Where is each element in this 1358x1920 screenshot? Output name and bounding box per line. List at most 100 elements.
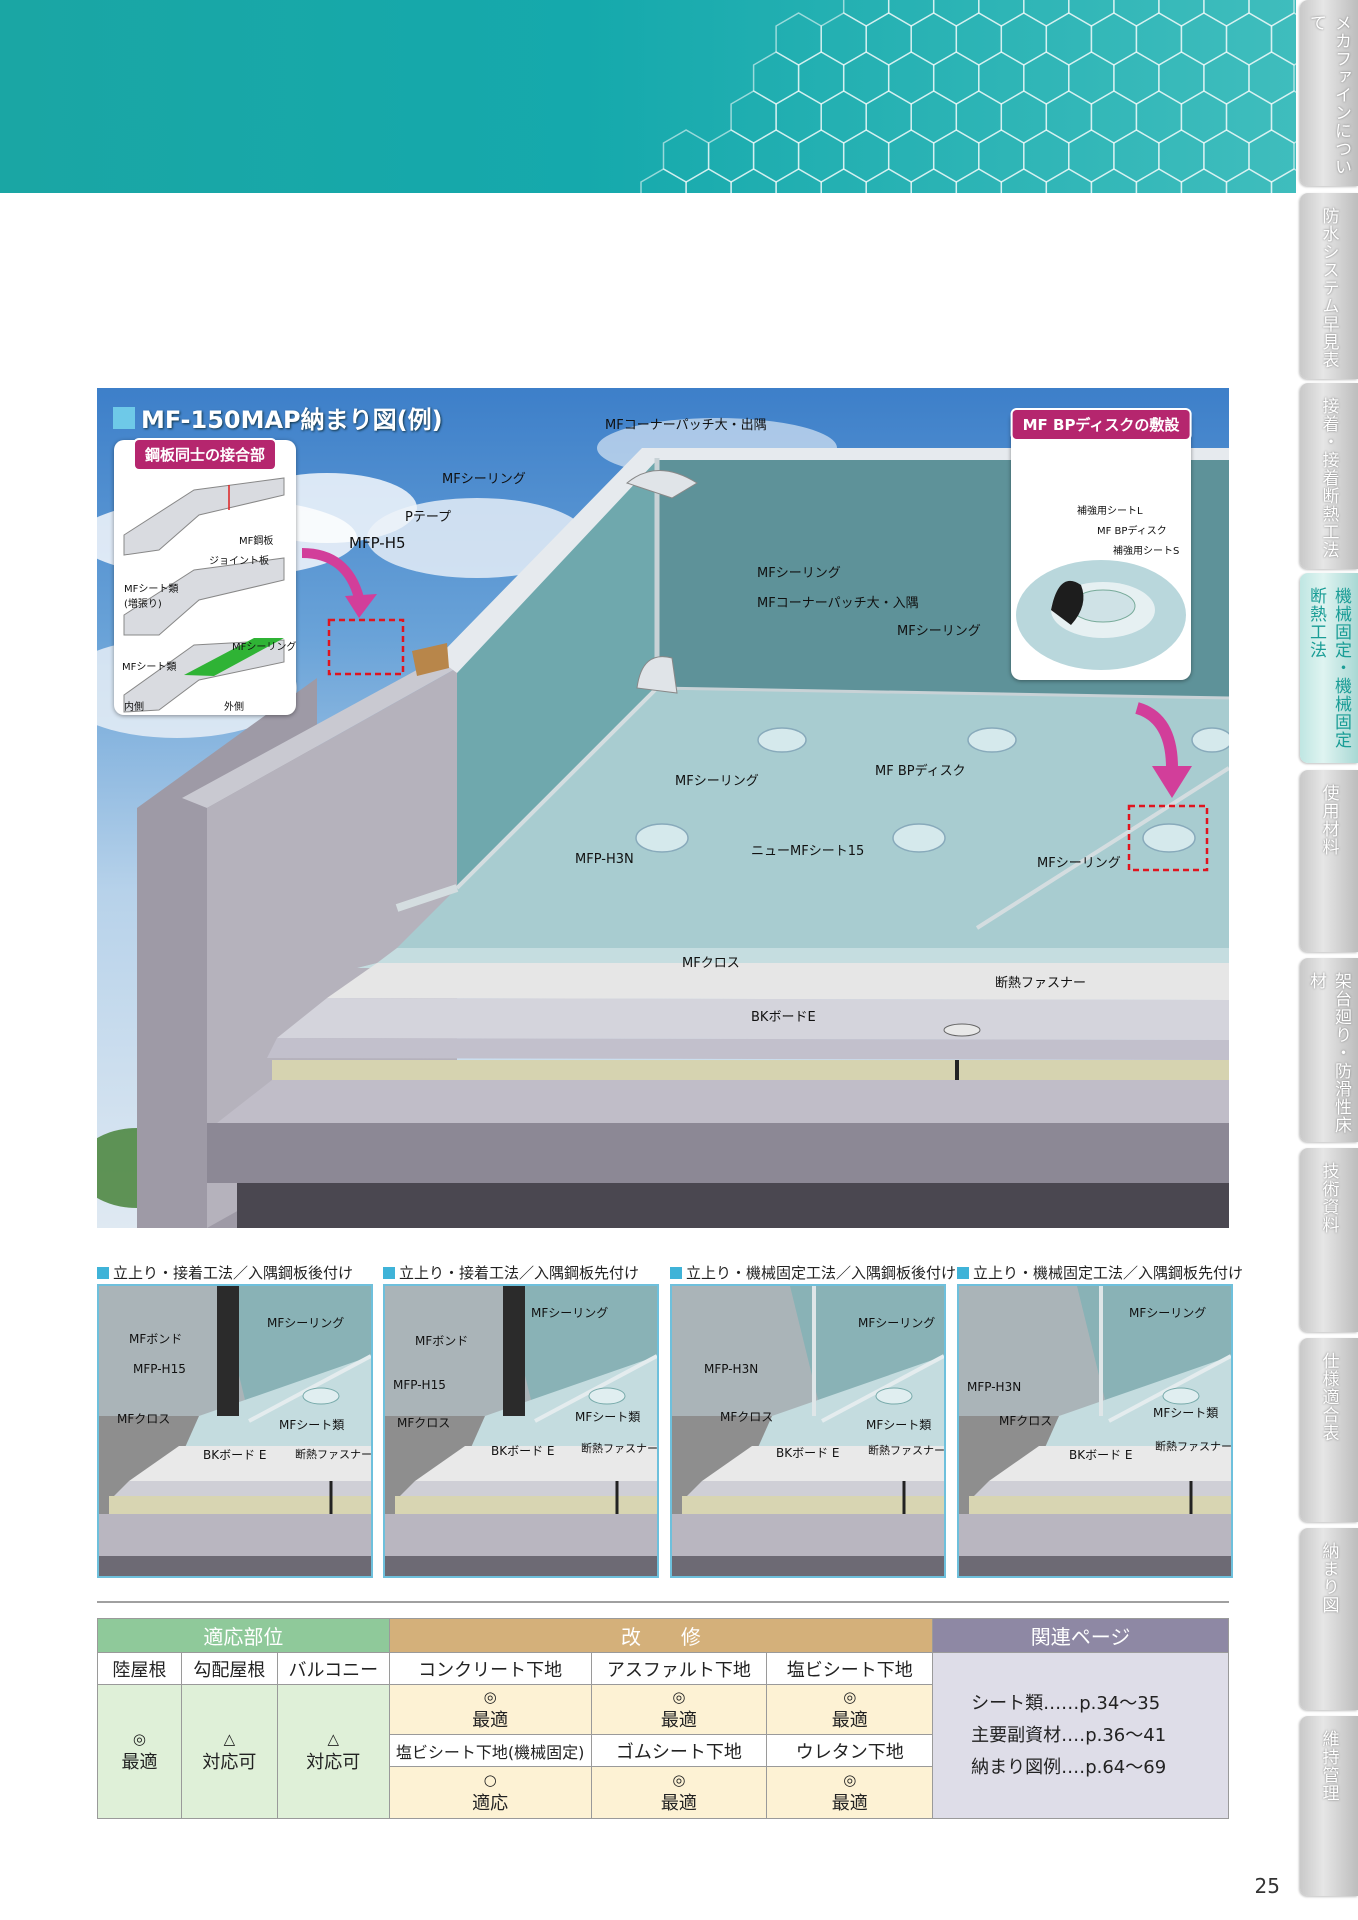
rating-text: 最適 [660, 1709, 697, 1731]
suitability-table: 適応部位 改 修 関連ページ 陸屋根 勾配屋根 バルコニー コンクリート下地 ア… [97, 1618, 1229, 1819]
hex-cell [1045, 168, 1093, 193]
inset-steel: MF鋼板 [239, 536, 274, 547]
side-tab-7[interactable]: 技術資料 [1300, 1148, 1358, 1332]
rating-text: 対応可 [202, 1751, 257, 1773]
label-sealing-front: MFシーリング [1037, 856, 1121, 871]
hex-cell [662, 129, 710, 183]
renovation-value-1: ◎ 最適 [388, 1684, 592, 1735]
sub-title-2: 立上り・接着工法／入隅鋼板先付け [383, 1262, 639, 1283]
hex-cell [1225, 90, 1273, 144]
wall-layer [812, 1286, 816, 1416]
applicable-name-2: 勾配屋根 [180, 1652, 278, 1685]
hex-cell [1000, 12, 1048, 66]
header-applicable: 適応部位 [97, 1618, 390, 1653]
side-tab-10[interactable]: 維持管理 [1300, 1716, 1358, 1896]
hex-cell [1023, 129, 1070, 183]
hex-cell [910, 168, 958, 193]
label-corner-patch-in: MFコーナーパッチ大・入隅 [757, 596, 919, 611]
hex-cell [1068, 129, 1115, 183]
rating-text: 最適 [660, 1792, 697, 1814]
main-figure-title: MF-150MAP納まり図(例) [113, 400, 443, 435]
hex-cell [910, 90, 958, 144]
renovation-name-4: 塩ビシート下地(機械固定) [388, 1734, 592, 1767]
hex-cell [1090, 90, 1138, 144]
sub-title-1: 立上り・接着工法／入隅鋼板後付け [97, 1262, 353, 1283]
side-tab-5[interactable]: 使用材料 [1300, 770, 1358, 952]
applicable-value-1: ◎ 最適 [97, 1684, 182, 1819]
header-band [0, 0, 1296, 193]
renovation-name-6: ウレタン下地 [766, 1734, 934, 1767]
related-page-3: 納まり図例‥‥p.64〜69 [971, 1756, 1167, 1778]
rating-text: 最適 [121, 1751, 158, 1773]
sub-title-square-icon [383, 1266, 395, 1279]
title-square-icon [113, 406, 135, 429]
side-tab-2[interactable]: 防水システム早見表 [1300, 193, 1358, 379]
related-pages-cell: シート類‥‥‥p.34〜35 主要副資材‥‥p.36〜41 納まり図例‥‥p.6… [932, 1652, 1229, 1819]
label-sealing-left: MFシーリング [675, 774, 759, 789]
hex-cell [1203, 129, 1250, 183]
hex-cell [865, 168, 912, 193]
side-tab-3[interactable]: 接着・接着断熱工法 [1300, 383, 1358, 569]
main-figure-title-text: MF-150MAP納まり図(例) [141, 406, 443, 434]
hex-cell [978, 129, 1025, 183]
renovation-value-6: ◎ 最適 [766, 1766, 934, 1819]
label-cloth: MFクロス [682, 956, 740, 971]
side-tab-label: 仕様適合表 [1318, 1352, 1339, 1442]
sub3-label-board: BKボード E [776, 1446, 840, 1460]
hex-cell [1113, 129, 1160, 183]
side-tab-1[interactable]: メカファインについて [1300, 0, 1358, 186]
hex-cell [1225, 12, 1273, 66]
disk-inset: MF BPディスクの敷設 補強用シートL MF BPディスク 補強用シートS [1010, 408, 1192, 680]
sub1-label-cloth: MFクロス [117, 1412, 171, 1426]
sub-title-4: 立上り・機械固定工法／入隅鋼板先付け [957, 1262, 1243, 1283]
sub2-label-fastener: 断熱ファスナー [581, 1442, 658, 1455]
sub-title-square-icon [97, 1266, 109, 1279]
side-tab-label: 技術資料 [1318, 1162, 1339, 1234]
rating-symbol: ◎ [483, 1687, 497, 1706]
hex-cell [820, 12, 867, 66]
page-number: 25 [1254, 1874, 1280, 1898]
sub4-label-fastener: 断熱ファスナー [1155, 1440, 1232, 1453]
side-tab-8[interactable]: 仕様適合表 [1300, 1338, 1358, 1522]
hex-cell [640, 168, 687, 193]
rating-symbol: ◎ [672, 1770, 686, 1789]
hex-cell [1180, 168, 1228, 193]
sub-figure-3: MFP-H3N MFシーリング MFクロス MFシート類 BKボード E 断熱フ… [670, 1284, 946, 1578]
sub2-label-cloth: MFクロス [397, 1416, 451, 1430]
sub-figure-2-drawing [385, 1286, 657, 1576]
sub2-label-sheet: MFシート類 [575, 1410, 641, 1424]
side-tab-9[interactable]: 納まり図 [1300, 1528, 1358, 1710]
hex-cell [820, 90, 867, 144]
hex-cell [932, 0, 980, 27]
disk-inset-disk: MF BPディスク [1097, 526, 1167, 537]
related-page-1: シート類‥‥‥p.34〜35 [971, 1692, 1161, 1714]
rating-symbol: ◎ [843, 1687, 857, 1706]
sub4-label-sealing: MFシーリング [1129, 1306, 1207, 1320]
hex-cell [932, 51, 980, 105]
label-mfp-h5: MFP-H5 [349, 534, 406, 552]
sub-title-square-icon [957, 1266, 969, 1279]
hex-cell [1045, 90, 1093, 144]
side-tab-6[interactable]: 架台廻り・防滑性床材 [1300, 958, 1358, 1142]
label-bp-disk: MF BPディスク [875, 764, 966, 779]
inset-inside: 内側 [124, 702, 144, 713]
hex-cell [1180, 90, 1228, 144]
sub4-label-board: BKボード E [1069, 1448, 1133, 1462]
sub3-label-mfp: MFP-H3N [704, 1362, 759, 1376]
hex-cell [978, 0, 1025, 27]
sub2-label-bond: MFボンド [415, 1334, 469, 1348]
hex-cell [955, 12, 1003, 66]
header-renovation: 改 修 [388, 1618, 934, 1653]
sub4-label-cloth: MFクロス [999, 1414, 1053, 1428]
header-related: 関連ページ [932, 1618, 1229, 1653]
sub-title-4-text: 立上り・機械固定工法／入隅鋼板先付け [973, 1264, 1244, 1282]
sub4-label-sheet: MFシート類 [1153, 1406, 1219, 1420]
hex-cell [685, 168, 732, 193]
hex-cell [1023, 0, 1070, 27]
hex-pattern [640, 0, 1296, 193]
label-board: BKボードE [751, 1010, 816, 1025]
wall-layer [503, 1286, 525, 1416]
inset-sealing: MFシーリング [232, 642, 297, 653]
sub1-label-mfp: MFP-H15 [133, 1362, 186, 1376]
side-tab-4[interactable]: 機械固定・機械固定断熱工法 [1300, 573, 1358, 763]
